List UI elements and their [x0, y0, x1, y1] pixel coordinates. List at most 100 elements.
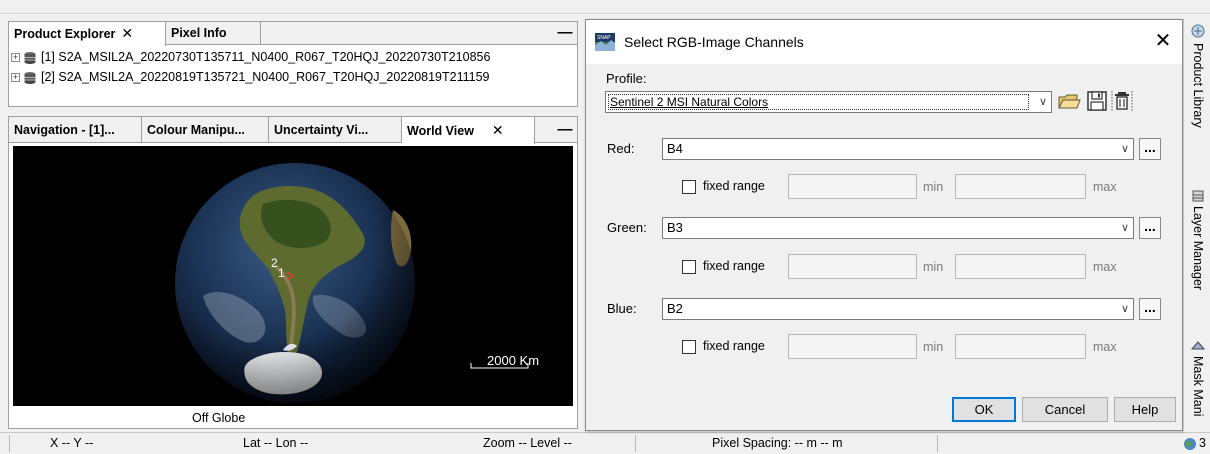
world-view-panel: Navigation - [1]... Colour Manipu... Unc… [8, 116, 578, 429]
red-max-field[interactable] [955, 174, 1086, 199]
status-count: 3 [1183, 433, 1206, 454]
save-profile-icon[interactable] [1085, 89, 1109, 113]
product-node-1[interactable]: + [1] S2A_MSIL2A_20220730T135711_N0400_R0… [11, 47, 490, 67]
ok-button[interactable]: OK [952, 397, 1016, 422]
world-view-tabbar: Navigation - [1]... Colour Manipu... Unc… [9, 117, 577, 144]
product-node-2[interactable]: + [2] S2A_MSIL2A_20220819T135721_N0400_R0… [11, 67, 490, 87]
red-min-field[interactable] [788, 174, 917, 199]
off-globe-status: Off Globe [192, 411, 246, 425]
profile-select[interactable]: Sentinel 2 MSI Natural Colors ∨ [605, 91, 1052, 113]
blue-min-label: min [923, 340, 944, 354]
product-marker-1: 1 [278, 266, 285, 280]
dialog-title: Select RGB-Image Channels [624, 34, 804, 50]
close-button[interactable]: ✕ [1150, 29, 1176, 55]
expand-icon[interactable]: + [11, 73, 20, 83]
tab-label: World View [407, 124, 474, 138]
rgb-channel-dialog: SNAP Select RGB-Image Channels ✕ Profile… [585, 19, 1183, 431]
tab-product-library[interactable]: Product Library [1187, 23, 1209, 173]
green-min-field[interactable] [788, 254, 917, 279]
globe-view[interactable]: 2 1 2000 Km [13, 146, 573, 406]
green-min-label: min [923, 260, 944, 274]
dialog-titlebar[interactable]: SNAP Select RGB-Image Channels ✕ [586, 20, 1182, 64]
open-profile-icon[interactable] [1057, 89, 1081, 113]
red-fixed-range-checkbox[interactable] [682, 180, 696, 194]
close-icon[interactable]: ✕ [492, 122, 504, 138]
tab-navigation[interactable]: Navigation - [1]... [9, 117, 142, 143]
snap-app-icon: SNAP [595, 33, 615, 51]
red-channel-label: Red: [607, 141, 635, 156]
blue-fixed-range-label: fixed range [703, 339, 765, 353]
blue-fixed-range-checkbox[interactable] [682, 340, 696, 354]
tab-world-view[interactable]: World View ✕ [402, 117, 535, 144]
profile-value: Sentinel 2 MSI Natural Colors [608, 94, 1029, 110]
product-explorer-panel: Product Explorer ✕ Pixel Info — + [1] S2A_… [8, 21, 578, 107]
blue-max-label: max [1093, 340, 1117, 354]
right-tool-strip: Product Library Layer Manager Mask Mani [1183, 19, 1210, 432]
tab-mask-manager[interactable]: Mask Mani [1187, 339, 1209, 431]
tab-colour-manipulation[interactable]: Colour Manipu... [142, 117, 269, 143]
red-channel-value: B4 [667, 141, 683, 156]
red-channel-select[interactable]: B4 ∨ [662, 138, 1134, 160]
scale-label: 2000 Km [487, 353, 539, 368]
tab-pixel-info[interactable]: Pixel Info [166, 22, 261, 45]
tab-uncertainty-visualisation[interactable]: Uncertainty Vi... [269, 117, 402, 143]
chevron-down-icon: ∨ [1120, 143, 1129, 155]
zoom-level-readout: Zoom -- Level -- [483, 436, 572, 450]
tab-product-explorer[interactable]: Product Explorer ✕ [9, 22, 166, 46]
tab-label: Pixel Info [171, 26, 227, 40]
xy-readout: X -- Y -- [50, 436, 94, 450]
blue-min-field[interactable] [788, 334, 917, 359]
cancel-button[interactable]: Cancel [1022, 397, 1108, 422]
blue-max-field[interactable] [955, 334, 1086, 359]
tab-label: Uncertainty Vi... [274, 123, 369, 137]
close-icon[interactable]: ✕ [121, 25, 133, 41]
vtab-label: Product Library [1191, 43, 1205, 128]
help-button[interactable]: Help [1114, 397, 1176, 422]
separator [937, 435, 938, 452]
vtab-label: Layer Manager [1191, 206, 1205, 291]
status-bar: X -- Y -- Lat -- Lon -- Zoom -- Level --… [0, 432, 1210, 453]
green-max-field[interactable] [955, 254, 1086, 279]
svg-text:SNAP: SNAP [597, 35, 611, 41]
product-marker-2: 2 [271, 256, 278, 270]
minimize-button[interactable]: — [555, 117, 575, 143]
chevron-down-icon: ∨ [1120, 222, 1129, 234]
green-max-label: max [1093, 260, 1117, 274]
blue-expression-button[interactable]: ... [1139, 298, 1161, 320]
separator [9, 435, 10, 452]
red-expression-button[interactable]: ... [1139, 138, 1161, 160]
database-icon [24, 51, 36, 64]
red-min-label: min [923, 180, 944, 194]
globe-status-icon [1184, 437, 1196, 450]
red-fixed-range-label: fixed range [703, 179, 765, 193]
tab-label: Colour Manipu... [147, 123, 245, 137]
green-channel-select[interactable]: B3 ∨ [662, 217, 1134, 239]
layers-icon [1192, 190, 1204, 202]
tab-layer-manager[interactable]: Layer Manager [1187, 189, 1209, 329]
expand-icon[interactable]: + [11, 53, 20, 63]
product-label: [2] S2A_MSIL2A_20220819T135721_N0400_R06… [41, 70, 490, 84]
status-count-label: 3 [1199, 436, 1206, 450]
globe-illustration: 2 1 2000 Km [175, 163, 539, 403]
product-label: [1] S2A_MSIL2A_20220730T135711_N0400_R06… [41, 50, 491, 64]
top-toolbar-edge [0, 0, 1210, 14]
green-channel-value: B3 [667, 220, 683, 235]
pixel-spacing-readout: Pixel Spacing: -- m -- m [712, 436, 843, 450]
chevron-down-icon: ∨ [1120, 303, 1129, 315]
minimize-button[interactable]: — [555, 22, 575, 44]
blue-channel-select[interactable]: B2 ∨ [662, 298, 1134, 320]
separator [635, 435, 636, 452]
green-fixed-range-checkbox[interactable] [682, 260, 696, 274]
delete-profile-icon[interactable] [1110, 89, 1134, 113]
red-max-label: max [1093, 180, 1117, 194]
blue-channel-value: B2 [667, 301, 683, 316]
vtab-label: Mask Mani [1191, 356, 1205, 417]
green-channel-label: Green: [607, 220, 647, 235]
lat-lon-readout: Lat -- Lon -- [243, 436, 309, 450]
green-fixed-range-label: fixed range [703, 259, 765, 273]
blue-channel-label: Blue: [607, 301, 637, 316]
green-expression-button[interactable]: ... [1139, 217, 1161, 239]
profile-label: Profile: [606, 71, 647, 86]
library-icon [1191, 24, 1205, 38]
tab-label: Navigation - [1]... [14, 123, 115, 137]
